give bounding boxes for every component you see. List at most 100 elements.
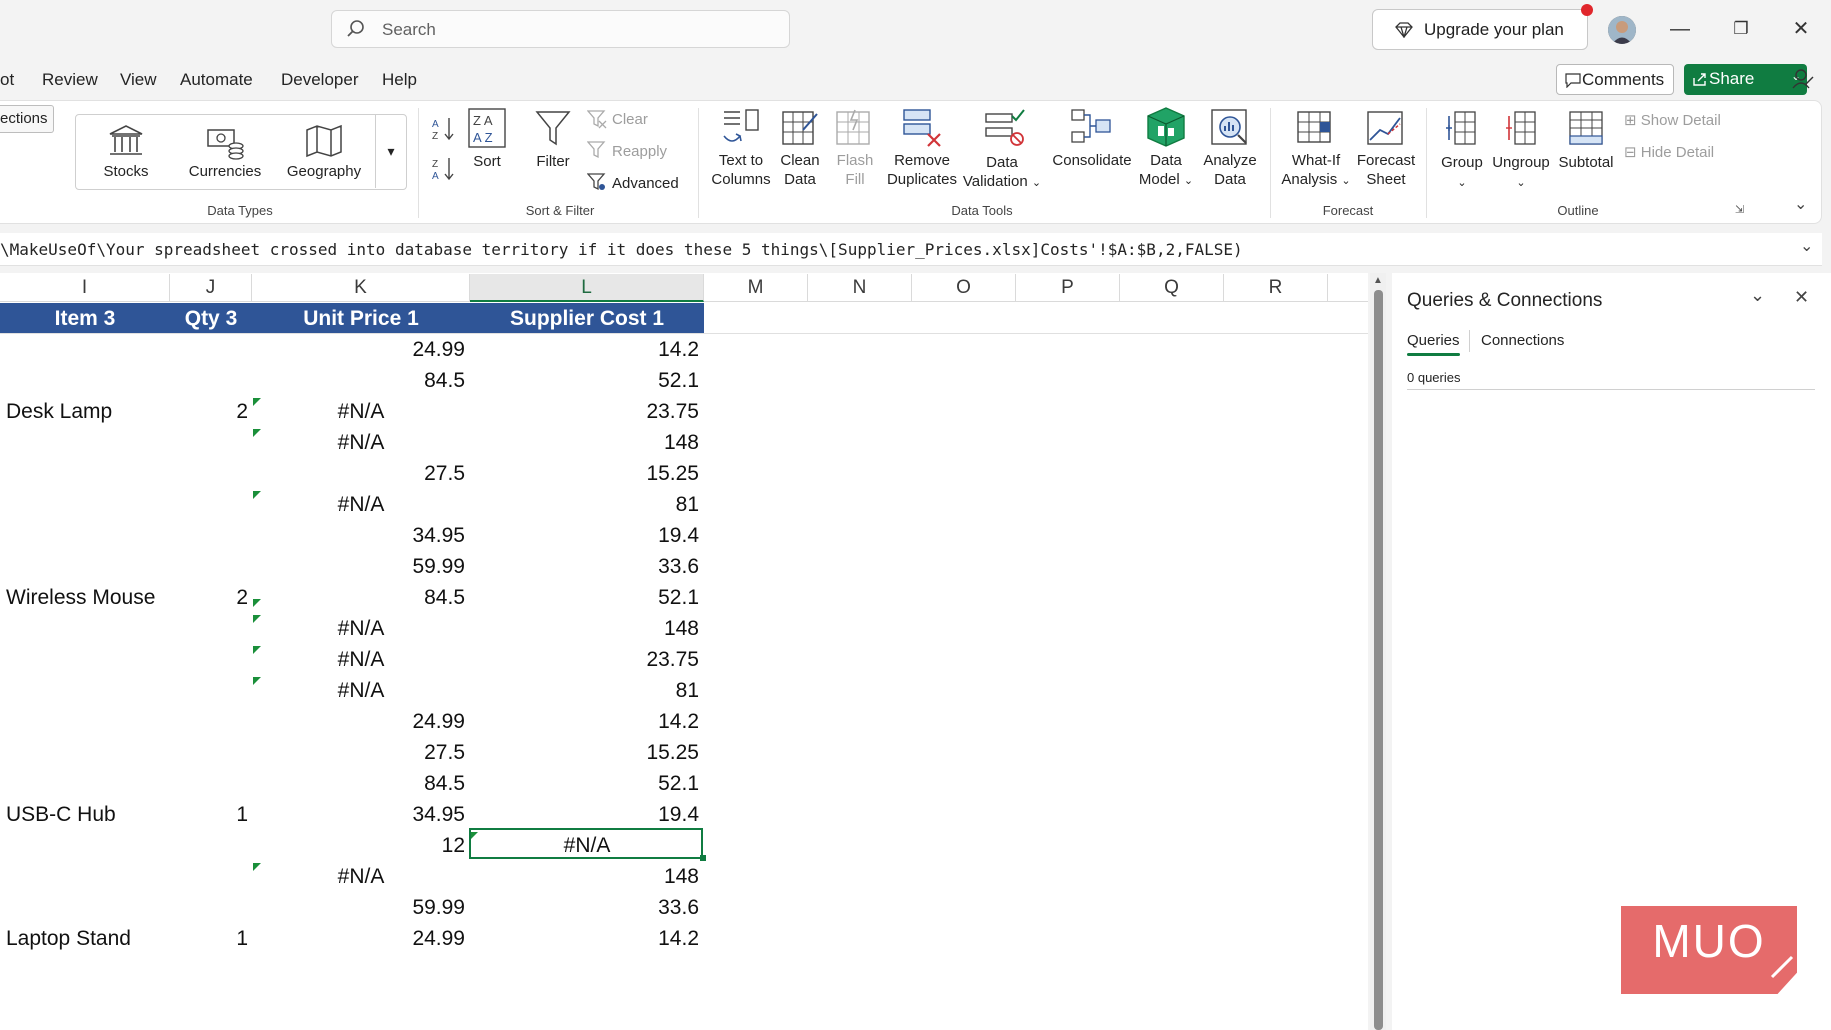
cell-supplier-cost[interactable]: 15.25 [470, 737, 699, 768]
cell-unit-price[interactable]: 59.99 [252, 551, 465, 582]
cell-unit-price[interactable]: #N/A [252, 644, 470, 675]
cell-qty[interactable] [170, 520, 248, 551]
cell-supplier-cost[interactable]: 148 [470, 613, 699, 644]
cell-item[interactable]: Desk Lamp [6, 396, 170, 427]
cell-qty[interactable] [170, 706, 248, 737]
column-header-j[interactable]: J [170, 274, 252, 302]
pane-close-icon[interactable]: ✕ [1794, 287, 1809, 308]
cell-item[interactable] [6, 706, 170, 737]
menu-item-developer[interactable]: Developer [281, 70, 359, 90]
cell-qty[interactable] [170, 861, 248, 892]
cell-item[interactable]: USB-C Hub [6, 799, 170, 830]
cell-qty[interactable] [170, 675, 248, 706]
cell-unit-price[interactable]: 34.95 [252, 520, 465, 551]
cell-qty[interactable] [170, 551, 248, 582]
cell-item[interactable] [6, 365, 170, 396]
menu-item-view[interactable]: View [120, 70, 157, 90]
cell-unit-price[interactable]: 84.5 [252, 768, 465, 799]
cell-supplier-cost[interactable]: 52.1 [470, 365, 699, 396]
cell-supplier-cost[interactable]: 33.6 [470, 551, 699, 582]
cell-unit-price[interactable]: #N/A [252, 861, 470, 892]
cell-item[interactable] [6, 830, 170, 861]
cell-supplier-cost[interactable]: 33.6 [470, 892, 699, 923]
coauthor-icon[interactable] [1791, 67, 1815, 91]
cell-unit-price[interactable]: #N/A [252, 613, 470, 644]
stocks-button[interactable]: Stocks [96, 162, 156, 181]
cell-supplier-cost[interactable]: 19.4 [470, 520, 699, 551]
geography-button[interactable]: Geography [284, 162, 364, 181]
cell-supplier-cost[interactable]: 23.75 [470, 396, 699, 427]
forecast-sheet-button[interactable]: Forecast Sheet [1351, 151, 1421, 189]
avatar[interactable] [1608, 16, 1636, 44]
cell-qty[interactable] [170, 768, 248, 799]
active-cell-selection[interactable] [469, 828, 703, 859]
sort-button[interactable]: Sort [462, 152, 512, 171]
scrollbar-thumb[interactable] [1374, 290, 1383, 1030]
error-indicator-icon[interactable] [253, 599, 261, 607]
menu-item-help[interactable]: Help [382, 70, 417, 90]
subtotal-button[interactable]: Subtotal [1554, 153, 1618, 172]
cell-qty[interactable]: 2 [170, 582, 248, 613]
cell-item[interactable] [6, 334, 170, 365]
cell-unit-price[interactable]: 59.99 [252, 892, 465, 923]
error-indicator-icon[interactable] [253, 863, 261, 871]
error-indicator-icon[interactable] [253, 677, 261, 685]
scroll-up-icon[interactable]: ▲ [1373, 275, 1383, 286]
column-header-k[interactable]: K [252, 274, 470, 302]
cell-item[interactable] [6, 675, 170, 706]
cell-supplier-cost[interactable]: 14.2 [470, 923, 699, 954]
reapply-button[interactable]: Reapply [612, 143, 667, 160]
cell-qty[interactable] [170, 365, 248, 396]
ribbon-collapse-icon[interactable]: ⌄ [1794, 194, 1807, 214]
cell-qty[interactable] [170, 737, 248, 768]
cell-supplier-cost[interactable]: 148 [470, 861, 699, 892]
cell-supplier-cost[interactable]: 14.2 [470, 334, 699, 365]
tab-connections[interactable]: Connections [1481, 332, 1564, 349]
sort-ascending-icon[interactable]: AZ [432, 116, 456, 142]
cell-unit-price[interactable]: 84.5 [252, 365, 465, 396]
pane-options-chevron-icon[interactable]: ⌄ [1750, 285, 1765, 306]
clear-button[interactable]: Clear [612, 111, 648, 128]
connections-button[interactable]: ections [0, 105, 54, 133]
group-button[interactable]: Group ⌄ [1432, 153, 1492, 193]
column-header-p[interactable]: P [1016, 274, 1120, 302]
cell-unit-price[interactable]: 24.99 [252, 923, 465, 954]
cell-supplier-cost[interactable]: 15.25 [470, 458, 699, 489]
text-to-columns-button[interactable]: Text to Columns [705, 151, 777, 189]
minimize-button[interactable]: — [1665, 14, 1695, 44]
cell-unit-price[interactable]: #N/A [252, 489, 470, 520]
ungroup-button[interactable]: Ungroup ⌄ [1488, 153, 1554, 193]
advanced-button[interactable]: Advanced [612, 174, 679, 193]
cell-unit-price[interactable]: #N/A [252, 675, 470, 706]
currencies-button[interactable]: Currencies [185, 162, 265, 181]
formula-expand-icon[interactable]: ⌄ [1800, 236, 1813, 256]
column-header-o[interactable]: O [912, 274, 1016, 302]
cell-supplier-cost[interactable]: 14.2 [470, 706, 699, 737]
upgrade-plan-button[interactable]: Upgrade your plan [1372, 4, 1593, 50]
cell-qty[interactable]: 1 [170, 923, 248, 954]
sort-descending-icon[interactable]: ZA [432, 156, 456, 182]
cell-item[interactable] [6, 892, 170, 923]
cell-item[interactable] [6, 768, 170, 799]
table-header-supplier-cost[interactable]: Supplier Cost 1 [470, 303, 704, 334]
comments-button[interactable]: Comments [1556, 64, 1674, 95]
analyze-data-button[interactable]: Analyze Data [1196, 151, 1264, 189]
gallery-expand-icon[interactable]: ▾ [375, 114, 406, 188]
cell-qty[interactable]: 2 [170, 396, 248, 427]
table-header-qty[interactable]: Qty 3 [170, 303, 252, 334]
cell-item[interactable] [6, 737, 170, 768]
cell-unit-price[interactable]: 24.99 [252, 334, 465, 365]
data-validation-button[interactable]: Data Validation ⌄ [960, 153, 1044, 193]
column-header-r[interactable]: R [1224, 274, 1328, 302]
data-model-button[interactable]: Data Model ⌄ [1136, 151, 1196, 191]
cell-qty[interactable] [170, 613, 248, 644]
cell-qty[interactable]: 1 [170, 799, 248, 830]
cell-supplier-cost[interactable]: 148 [470, 427, 699, 458]
cell-item[interactable] [6, 644, 170, 675]
cell-qty[interactable] [170, 644, 248, 675]
column-header-q[interactable]: Q [1120, 274, 1224, 302]
cell-item[interactable] [6, 427, 170, 458]
cell-unit-price[interactable]: 27.5 [252, 737, 465, 768]
cell-item[interactable] [6, 458, 170, 489]
cell-supplier-cost[interactable]: 52.1 [470, 768, 699, 799]
